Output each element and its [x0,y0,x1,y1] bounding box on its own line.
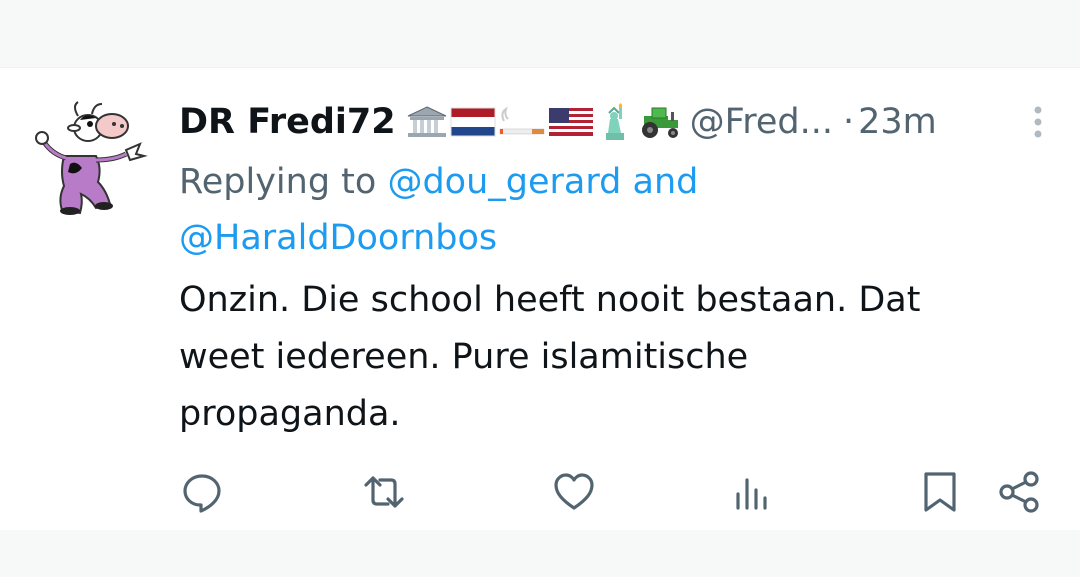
flag-netherlands-icon [450,107,496,137]
tweet-text: Onzin. Die school heeft nooit bestaan. D… [179,280,921,434]
reply-icon[interactable] [180,470,224,514]
share-icon[interactable] [998,470,1042,514]
tractor-icon [641,107,678,138]
top-separator-strip [0,0,1080,66]
bookmark-icon[interactable] [918,470,962,514]
reply-prefix: Replying to [179,162,377,202]
retweet-icon[interactable] [362,470,406,514]
replying-to-line: Replying to @dou_gerard and @HaraldDoorn… [179,154,999,266]
display-name[interactable]: DR Fredi72 [179,102,396,142]
user-handle[interactable]: @Fred... [690,102,833,142]
flag-united-states-icon [548,108,593,136]
reply-joiner[interactable]: and [633,162,699,202]
more-vertical-icon[interactable] [1027,104,1049,140]
bottom-separator-strip [0,530,1080,577]
views-icon[interactable] [730,470,774,514]
timestamp[interactable]: 23m [858,102,937,142]
like-icon[interactable] [552,470,596,514]
separator-dot: · [842,102,855,142]
reply-mention-harald-doornbos[interactable]: @HaraldDoornbos [179,218,497,258]
cigarette-icon [499,106,544,135]
tweet-header: DR Fredi72 @Fred... · 23m [179,98,937,146]
classical-building-icon [407,106,446,137]
reply-mention-dou-gerard[interactable]: @dou_gerard [387,162,621,202]
statue-of-liberty-icon [605,103,624,140]
tweet-card[interactable]: DR Fredi72 @Fred... · 23m Replying to @d… [0,67,1080,530]
avatar[interactable] [30,98,152,220]
name-emojis [406,103,682,141]
